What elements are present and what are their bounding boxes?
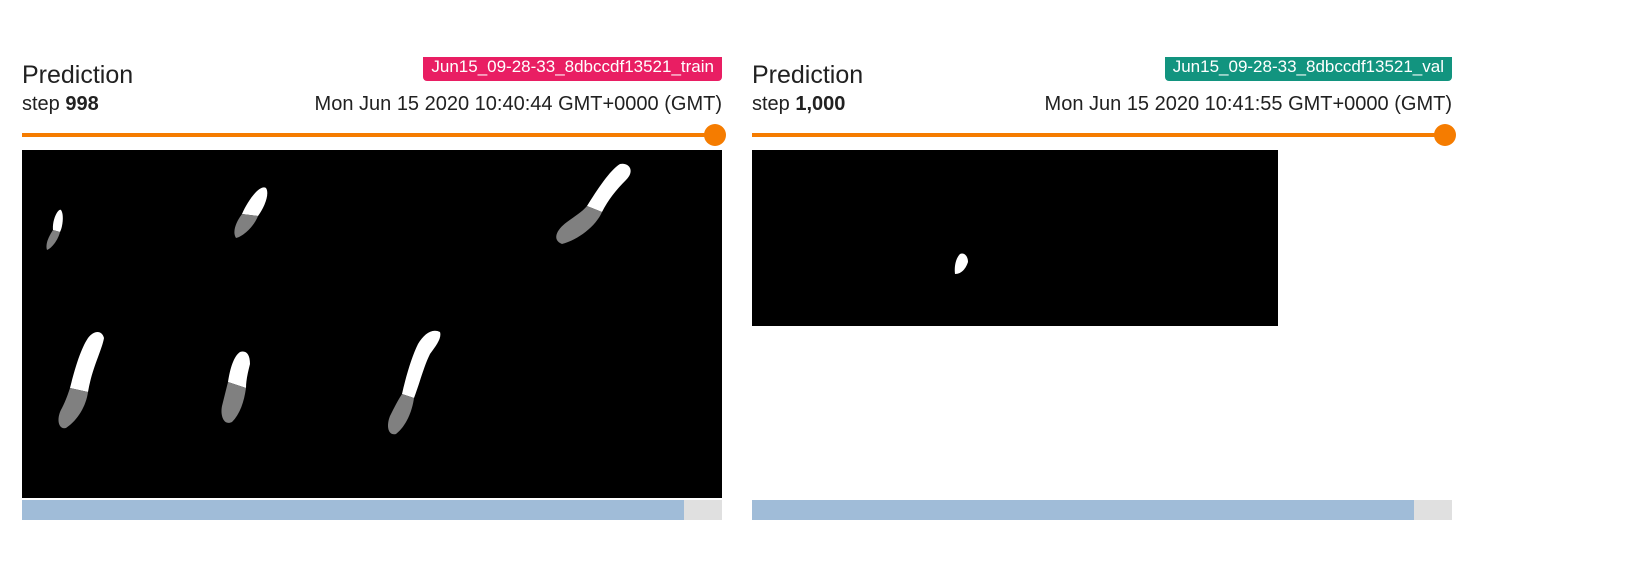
horizontal-scrollbar[interactable] — [752, 500, 1452, 520]
prediction-image — [22, 150, 722, 498]
prediction-mask-image — [954, 253, 968, 274]
mask-blob-4 — [58, 332, 104, 429]
mask-blob-6 — [388, 330, 441, 435]
step-label: step 998 — [22, 92, 99, 116]
mask-blob-3 — [556, 163, 631, 244]
slider-track[interactable] — [22, 133, 708, 137]
mask-blob-2 — [234, 187, 268, 238]
step-value: 998 — [65, 93, 99, 115]
step-slider[interactable] — [752, 123, 1456, 147]
wall-time: Mon Jun 15 2020 10:41:55 GMT+0000 (GMT) — [1044, 93, 1452, 115]
step-label: step 1,000 — [752, 92, 845, 116]
image-card-val: Jun15_09-28-33_8dbccdf13521_val Predicti… — [752, 0, 1456, 562]
prediction-mask-image — [46, 163, 631, 435]
mask-blob-5 — [221, 351, 250, 423]
slider-thumb[interactable] — [704, 124, 726, 146]
horizontal-scrollbar[interactable] — [22, 500, 722, 520]
prediction-image — [752, 150, 1278, 326]
step-prefix: step — [752, 93, 790, 115]
step-slider[interactable] — [22, 123, 726, 147]
slider-thumb[interactable] — [1434, 124, 1456, 146]
card-title: Prediction — [22, 61, 134, 89]
wall-time: Mon Jun 15 2020 10:40:44 GMT+0000 (GMT) — [314, 93, 722, 115]
scrollbar-thumb[interactable] — [752, 500, 1414, 520]
slider-track[interactable] — [752, 133, 1438, 137]
step-value: 1,000 — [795, 93, 846, 115]
mask-blob-1 — [46, 209, 63, 250]
image-card-train: Jun15_09-28-33_8dbccdf13521_train Predic… — [22, 0, 726, 562]
mask-blob-1 — [954, 253, 968, 274]
scrollbar-thumb[interactable] — [22, 500, 684, 520]
run-tag: Jun15_09-28-33_8dbccdf13521_val — [1164, 57, 1452, 81]
step-prefix: step — [22, 93, 60, 115]
run-tag: Jun15_09-28-33_8dbccdf13521_train — [423, 57, 722, 81]
card-title: Prediction — [752, 61, 864, 89]
